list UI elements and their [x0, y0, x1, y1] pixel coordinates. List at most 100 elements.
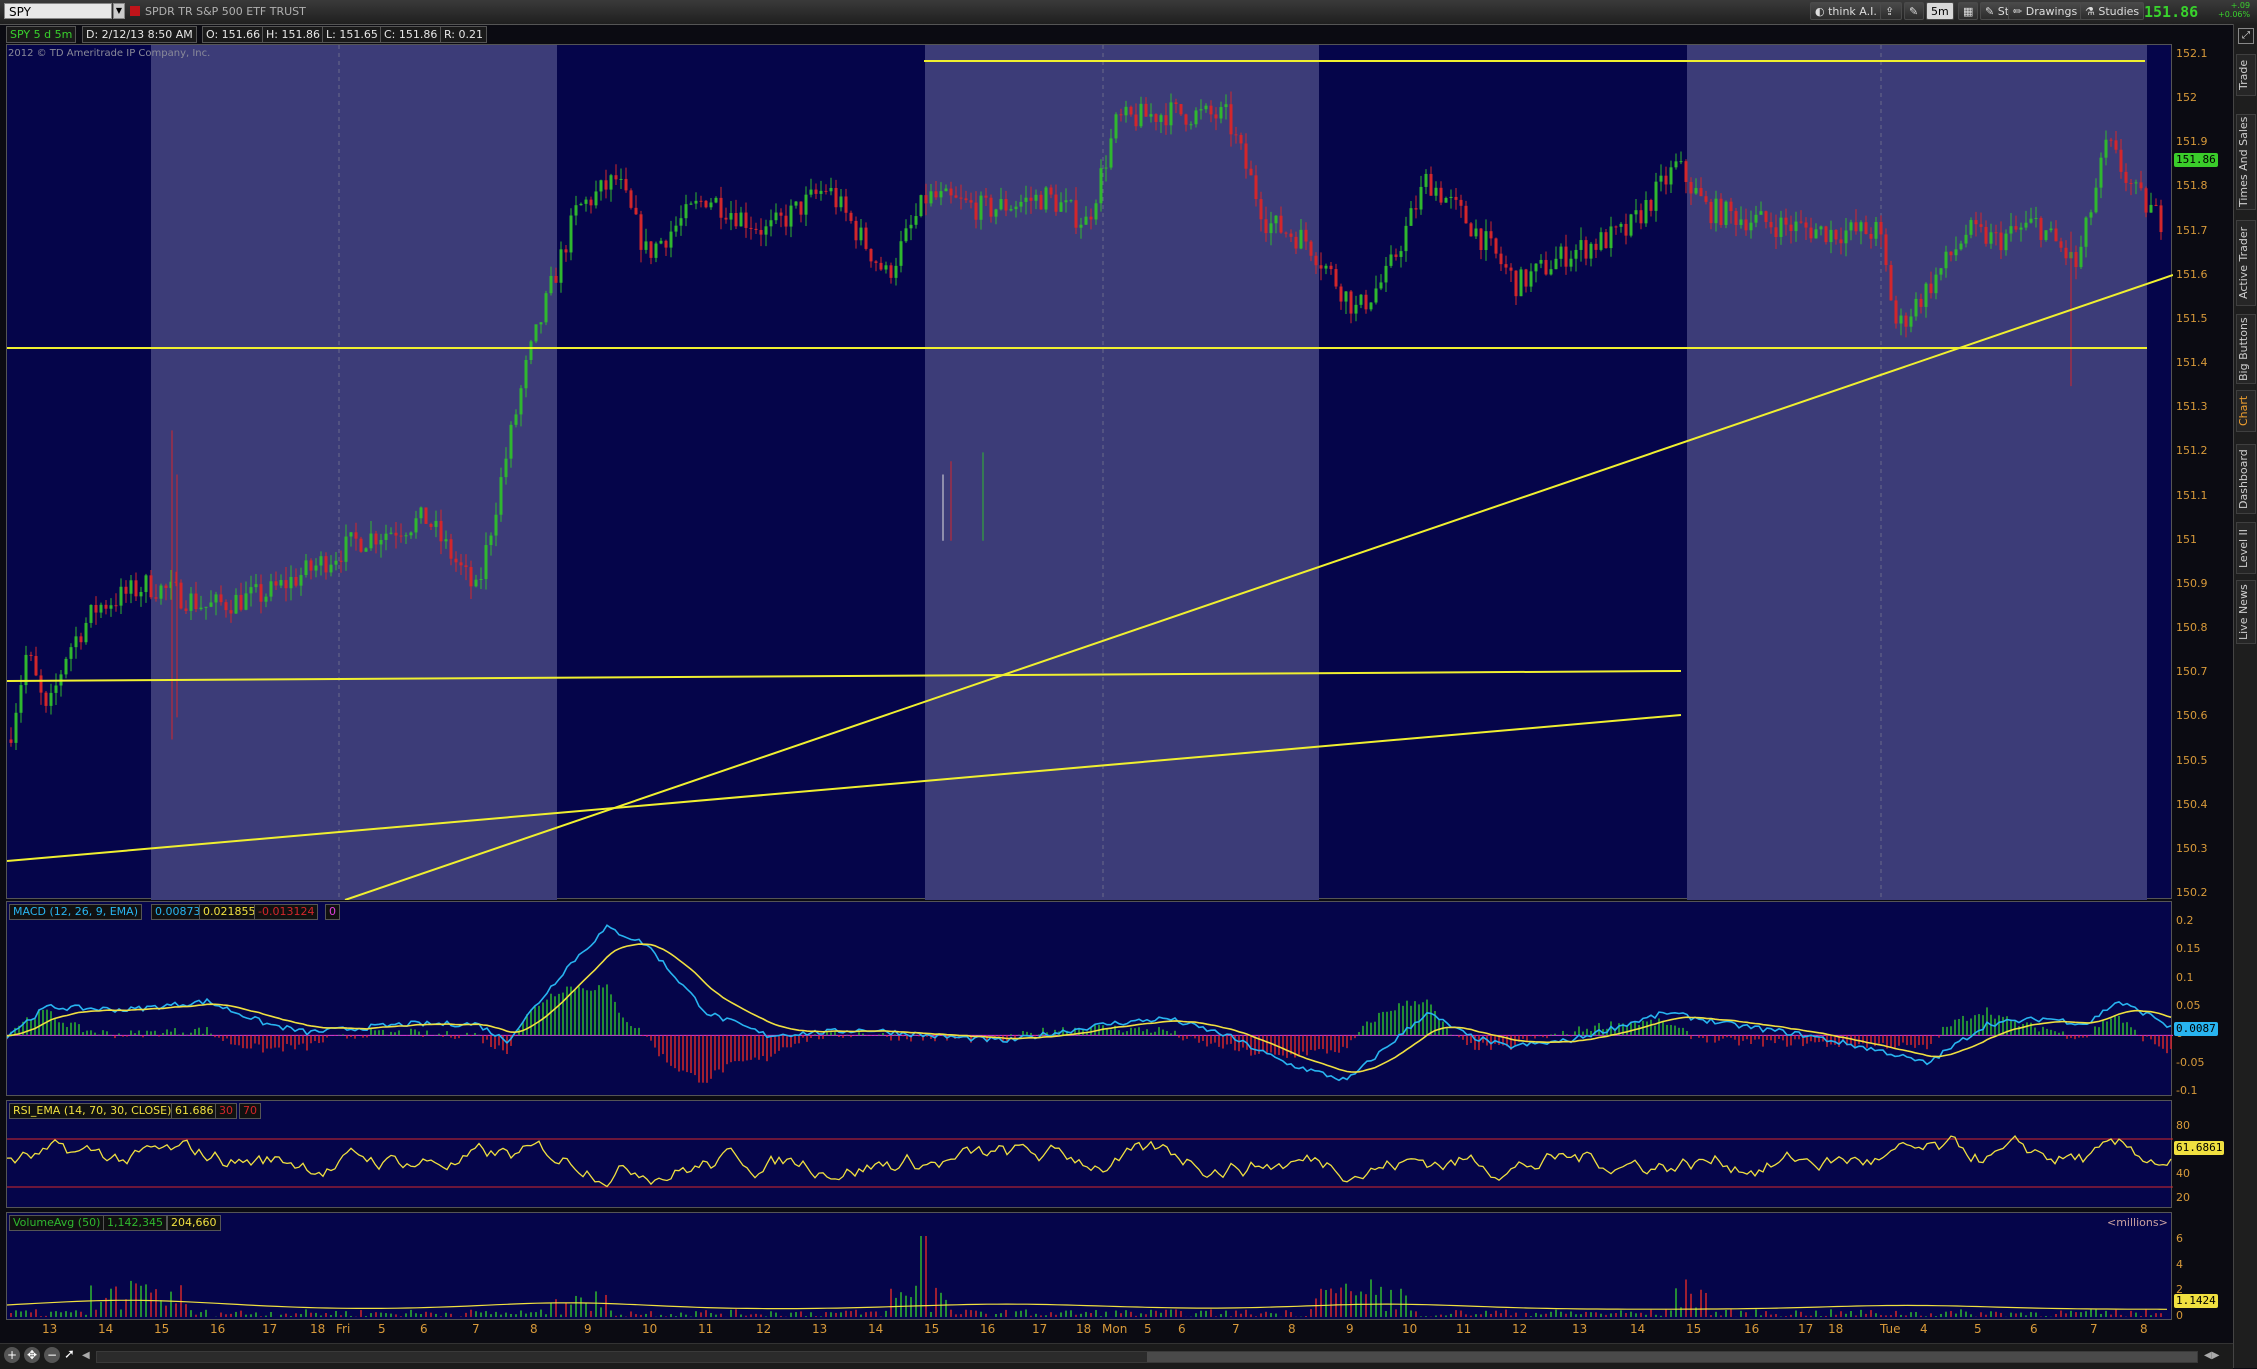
candle-body	[1929, 283, 1933, 294]
candle-body	[1734, 211, 1738, 225]
candle-body	[1384, 265, 1388, 283]
price-tick-label: 152.1	[2176, 47, 2208, 60]
time-tick-label: 15	[154, 1322, 170, 1336]
candle-body	[209, 602, 213, 607]
candle-body	[1094, 203, 1098, 220]
candle-body	[564, 249, 568, 253]
candle-body	[1089, 216, 1093, 220]
candle-body	[919, 195, 923, 217]
candle-body	[494, 514, 498, 536]
studies-button[interactable]: ⚗ Studies	[2080, 2, 2145, 20]
macd-panel[interactable]: MACD (12, 26, 9, EMA) 0.008731 0.021855 …	[6, 901, 2173, 1097]
period-label[interactable]: SPY 5 d 5m	[6, 26, 77, 43]
candle-body	[399, 535, 403, 537]
rsi-panel[interactable]: RSI_EMA (14, 70, 30, CLOSE) 61.686 30 70	[6, 1100, 2173, 1209]
candle-body	[1199, 109, 1203, 111]
symbol-input[interactable]: SPY	[4, 3, 112, 19]
candle-body	[994, 209, 998, 217]
candle-body	[574, 205, 578, 216]
candle-body	[1649, 199, 1653, 211]
tab-level-ii[interactable]: Level II	[2236, 522, 2256, 574]
macd-title[interactable]: MACD (12, 26, 9, EMA)	[9, 904, 142, 920]
candle-body	[1409, 208, 1413, 226]
candle-body	[639, 214, 643, 250]
scroll-thumb[interactable]	[1147, 1352, 2197, 1362]
signal-line	[7, 943, 2172, 1073]
candle-body	[1879, 221, 1883, 235]
candle-body	[94, 604, 98, 613]
candle-body	[1319, 265, 1323, 269]
price-chart[interactable]	[7, 45, 2173, 900]
cursor-icon[interactable]: ➚	[64, 1347, 78, 1363]
candle-body	[1019, 201, 1023, 207]
tab-times-and-sales[interactable]: Times And Sales	[2236, 114, 2256, 210]
price-tick-label: 150.4	[2176, 797, 2208, 811]
tab-chart[interactable]: Chart	[2236, 390, 2256, 432]
candle-body	[749, 227, 753, 229]
candle-body	[1664, 175, 1668, 185]
pan-icon[interactable]: ✥	[24, 1347, 40, 1363]
candle-body	[1569, 258, 1573, 267]
chart-scrollbar[interactable]: + ✥ − ➚ ◀ ◀▶	[0, 1343, 2233, 1369]
scroll-left-icon[interactable]: ◀	[82, 1350, 90, 1361]
volume-title[interactable]: VolumeAvg (50)	[9, 1215, 105, 1231]
candle-body	[1394, 254, 1398, 257]
tab-trade[interactable]: Trade	[2236, 54, 2256, 96]
candle-body	[644, 241, 648, 250]
share-icon[interactable]: ⇪	[1880, 2, 1902, 20]
candle-body	[299, 575, 303, 586]
time-axis[interactable]: 13 14 15 16 17 18 Fri 5 6 7 8 9 10 11 12 13 14 15 16 17 18 Mo…	[6, 1320, 2172, 1342]
rsi-title[interactable]: RSI_EMA (14, 70, 30, CLOSE)	[9, 1103, 176, 1119]
candle-body	[759, 229, 763, 235]
time-tick-label: 13	[1572, 1322, 1588, 1336]
candle-body	[479, 579, 483, 581]
candle-body	[314, 565, 318, 571]
time-tick-label: 6	[420, 1322, 428, 1336]
scroll-track[interactable]	[96, 1351, 2198, 1363]
think-ai-button[interactable]: ◐ think A.I.	[1810, 2, 1882, 20]
zoom-out-icon[interactable]: −	[44, 1347, 60, 1363]
candle-body	[699, 200, 703, 202]
candle-body	[1074, 200, 1078, 228]
zoom-in-icon[interactable]: +	[4, 1347, 20, 1363]
price-axis[interactable]: 152.1 152 151.9 151.8 151.7 151.6 151.5 151.4 15…	[2172, 44, 2228, 899]
macd-chart[interactable]	[7, 902, 2173, 1097]
candle-body	[304, 560, 308, 576]
candle-body	[469, 567, 473, 587]
candle-body	[1339, 286, 1343, 302]
candle-body	[1844, 230, 1848, 244]
tab-active-trader[interactable]: Active Trader	[2236, 220, 2256, 306]
candle-body	[884, 265, 888, 270]
price-tick-label: 150.9	[2176, 576, 2208, 590]
time-tick-label: 18	[310, 1322, 326, 1336]
candle-body	[1134, 114, 1138, 127]
symbol-dropdown-icon[interactable]: ▼	[113, 3, 125, 19]
price-chart-panel[interactable]	[6, 44, 2173, 900]
time-tick-label: 5	[1974, 1322, 1982, 1336]
volume-panel[interactable]: VolumeAvg (50) 1,142,345 204,660 <millio…	[6, 1212, 2172, 1320]
wrench-icon[interactable]: ✎	[1904, 2, 1924, 20]
tab-live-news[interactable]: Live News	[2236, 580, 2256, 644]
expand-icon[interactable]: ⤢	[2238, 28, 2254, 44]
volume-chart[interactable]	[7, 1213, 2173, 1321]
time-tick-label: 13	[812, 1322, 828, 1336]
timeframe-button[interactable]: 5m	[1926, 2, 1954, 20]
candle-body	[1279, 215, 1283, 233]
rsi-chart[interactable]	[7, 1101, 2173, 1209]
candle-body	[1429, 173, 1433, 196]
tab-big-buttons[interactable]: Big Buttons	[2236, 314, 2256, 384]
candle-body	[1589, 243, 1593, 259]
candle-body	[334, 560, 338, 565]
candle-body	[894, 265, 898, 278]
flexible-grid-icon[interactable]: ▦	[1958, 2, 1978, 20]
drawings-button[interactable]: ✏ Drawings	[2008, 2, 2083, 20]
time-tick-label: 12	[1512, 1322, 1528, 1336]
candle-body	[1529, 271, 1533, 287]
scroll-right-icon[interactable]: ◀▶	[2204, 1350, 2219, 1361]
candle-body	[1189, 124, 1193, 126]
candle-body	[1829, 229, 1833, 243]
candle-body	[879, 262, 883, 270]
candle-body	[1764, 211, 1768, 222]
tab-dashboard[interactable]: Dashboard	[2236, 444, 2256, 514]
candle-body	[274, 581, 278, 586]
